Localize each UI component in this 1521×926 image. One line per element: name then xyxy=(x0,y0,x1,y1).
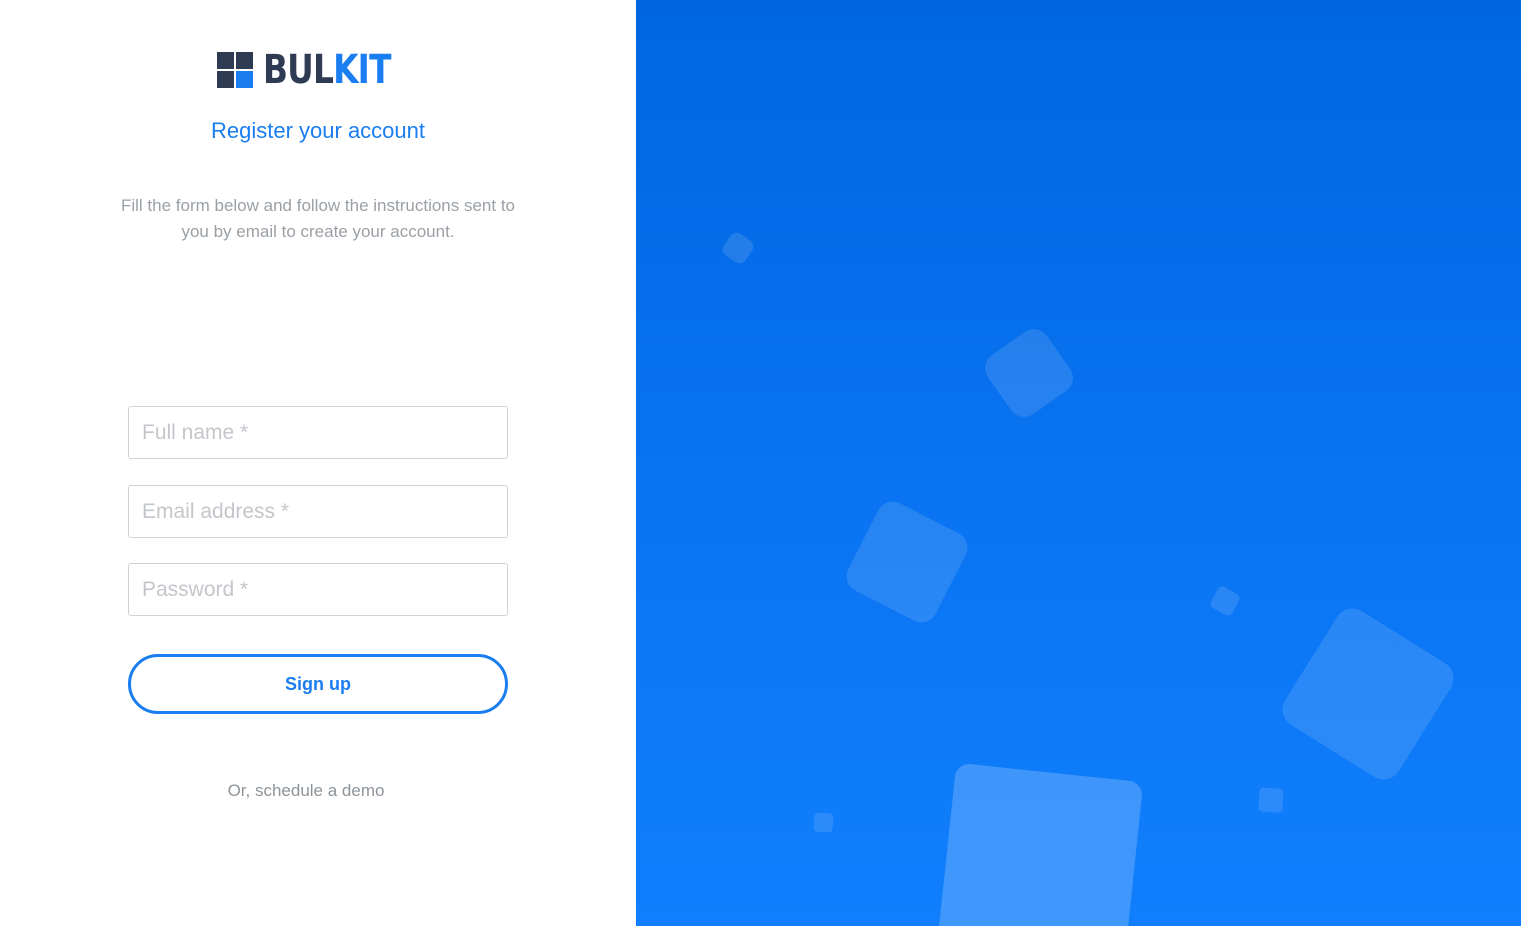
password-input[interactable] xyxy=(129,564,507,615)
email-field[interactable] xyxy=(128,485,508,538)
page-title: Register your account xyxy=(211,118,425,143)
decorative-square xyxy=(978,322,1080,424)
brand-name-part2: KIT xyxy=(333,47,391,93)
grid-logo-icon xyxy=(217,52,254,88)
decorative-square xyxy=(936,762,1144,926)
brand-logo: BUL KIT xyxy=(0,50,636,90)
email-input[interactable] xyxy=(129,486,507,537)
brand-name: BUL KIT xyxy=(263,50,391,90)
decorative-square xyxy=(813,812,834,833)
decorative-square xyxy=(1208,584,1242,618)
decorative-square xyxy=(1258,787,1284,813)
password-field[interactable] xyxy=(128,563,508,616)
full-name-field[interactable] xyxy=(128,406,508,459)
register-page: BUL KIT Register your account Fill the fo… xyxy=(0,0,1521,926)
register-panel: BUL KIT Register your account Fill the fo… xyxy=(0,0,636,926)
schedule-demo-link[interactable]: Or, schedule a demo xyxy=(0,781,612,801)
decorative-square xyxy=(1275,601,1461,787)
brand-name-part1: BUL xyxy=(263,47,334,93)
intro-text: Fill the form below and follow the instr… xyxy=(120,196,516,241)
decorative-square xyxy=(841,496,973,628)
sign-up-button[interactable]: Sign up xyxy=(128,654,508,714)
decorative-square xyxy=(719,229,757,267)
hero-panel xyxy=(636,0,1521,926)
full-name-input[interactable] xyxy=(129,407,507,458)
